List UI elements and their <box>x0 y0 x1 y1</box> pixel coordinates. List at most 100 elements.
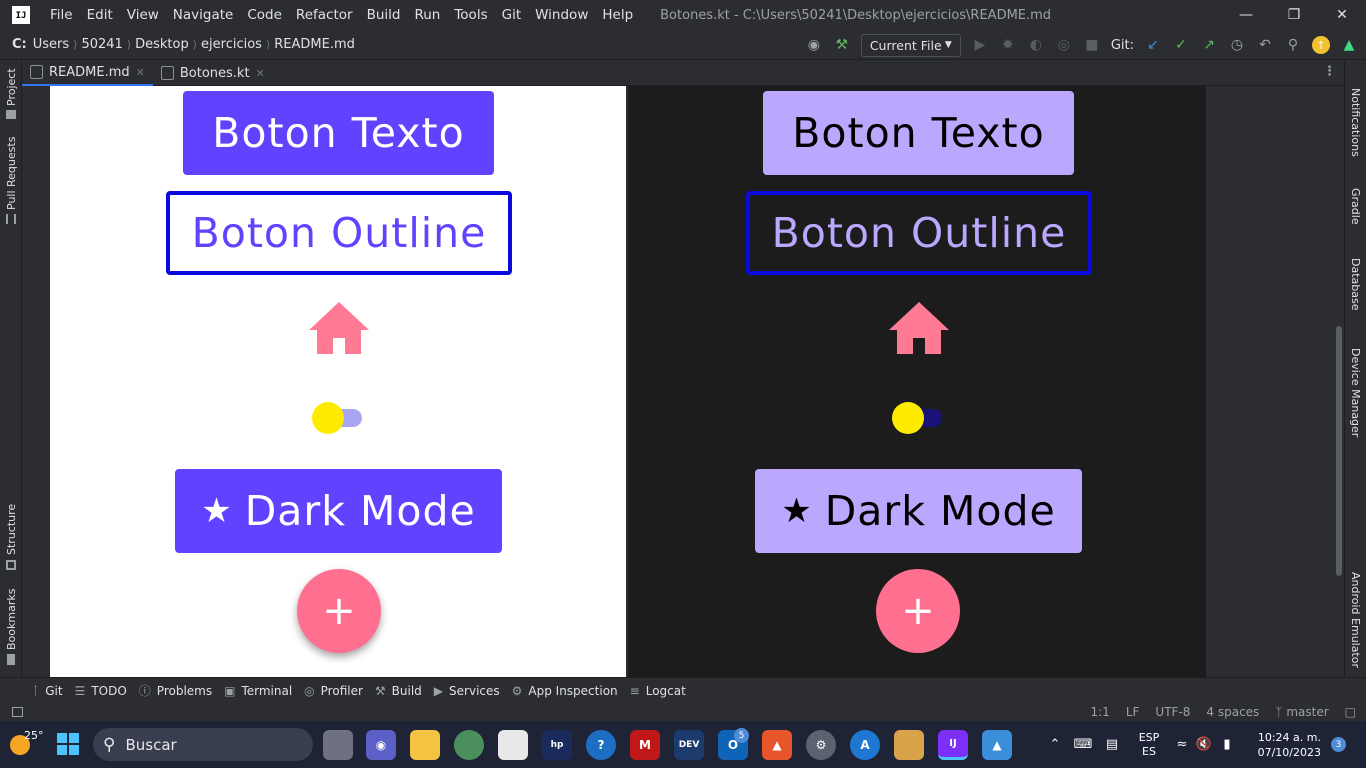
tool-gradle[interactable]: Gradle <box>1349 188 1362 225</box>
search-icon[interactable]: ⚲ <box>1284 36 1302 54</box>
tool-window-todo[interactable]: ☰ TODO <box>75 684 139 698</box>
menu-refactor[interactable]: Refactor <box>289 7 360 23</box>
chat-icon[interactable]: ◉ <box>366 730 396 760</box>
menu-window[interactable]: Window <box>528 7 595 23</box>
weather-widget[interactable]: 25° <box>10 729 46 761</box>
menu-help[interactable]: Help <box>595 7 640 23</box>
tool-window-app-inspection[interactable]: ⚙ App Inspection <box>512 684 630 698</box>
menu-run[interactable]: Run <box>407 7 447 23</box>
tab-readme[interactable]: README.md ✕ <box>22 60 153 86</box>
indent-setting[interactable]: 4 spaces <box>1206 705 1259 719</box>
minimize-icon[interactable]: — <box>1222 0 1270 30</box>
coverage-icon[interactable]: ◐ <box>1027 36 1045 54</box>
menu-navigate[interactable]: Navigate <box>166 7 241 23</box>
tool-window-profiler[interactable]: ◎ Profiler <box>304 684 375 698</box>
git-commit-icon[interactable]: ✓ <box>1172 36 1190 54</box>
close-icon[interactable]: ✕ <box>1318 0 1366 30</box>
mcafee-icon[interactable]: M <box>630 730 660 760</box>
caret-position[interactable]: 1:1 <box>1091 705 1110 719</box>
tool-database[interactable]: Database <box>1349 258 1362 311</box>
tool-bookmarks[interactable]: Bookmarks <box>5 589 18 650</box>
brave-icon[interactable]: ▲ <box>762 730 792 760</box>
add-fab-button[interactable]: + <box>297 569 381 653</box>
boton-outline-button[interactable]: Boton Outline <box>166 191 512 275</box>
volume-muted-icon[interactable]: 🔇 <box>1193 737 1215 752</box>
bookmarks-icon[interactable] <box>7 654 15 665</box>
line-separator[interactable]: LF <box>1126 705 1140 719</box>
tablet-icon[interactable]: ▤ <box>1097 737 1127 752</box>
breadcrumb-item[interactable]: Desktop <box>135 37 189 52</box>
myhp-icon[interactable]: hp <box>542 730 572 760</box>
breadcrumb-item[interactable]: Users <box>33 37 69 52</box>
git-update-icon[interactable]: ↙ <box>1144 36 1162 54</box>
chevron-up-icon[interactable]: ⌃ <box>1041 737 1069 752</box>
breadcrumb-item[interactable]: README.md <box>274 37 355 52</box>
tool-window-problems[interactable]: ⓘ Problems <box>139 682 224 699</box>
tool-window-terminal[interactable]: ▣ Terminal <box>224 684 304 698</box>
add-fab-button-dark[interactable]: + <box>876 569 960 653</box>
file-explorer-icon[interactable] <box>410 730 440 760</box>
tool-structure[interactable]: Structure <box>5 504 18 555</box>
run-config-select[interactable]: Current File ▼ <box>860 33 961 57</box>
vertical-scrollbar[interactable] <box>1336 326 1342 576</box>
language-indicator[interactable]: ESP ES <box>1127 731 1171 759</box>
rollback-icon[interactable]: ↶ <box>1256 36 1274 54</box>
menu-build[interactable]: Build <box>360 7 408 23</box>
structure-icon[interactable] <box>6 560 16 570</box>
taskbar-search[interactable]: ⚲ Buscar <box>93 728 313 761</box>
file-encoding[interactable]: UTF-8 <box>1155 705 1190 719</box>
tool-window-git[interactable]: ᛙ Git <box>0 684 75 698</box>
android-studio-icon[interactable]: ▲ <box>1340 36 1358 54</box>
pull-requests-icon[interactable] <box>6 214 16 224</box>
intellij-taskbar-icon[interactable]: IJ <box>938 730 968 760</box>
theme-switch-dark[interactable] <box>892 401 944 435</box>
close-tab-icon[interactable]: ✕ <box>136 66 145 79</box>
menu-file[interactable]: File <box>43 7 80 23</box>
keyboard-icon[interactable]: ⌨ <box>1069 737 1097 752</box>
tool-notifications[interactable]: Notifications <box>1349 88 1362 157</box>
more-options-icon[interactable]: ⋮ <box>1323 64 1336 79</box>
breadcrumb-item[interactable]: ejercicios <box>201 37 262 52</box>
dark-mode-button-dark[interactable]: ★ Dark Mode <box>755 469 1082 553</box>
task-view-icon[interactable] <box>323 730 353 760</box>
photos-icon[interactable]: ▲ <box>982 730 1012 760</box>
boton-texto-button[interactable]: Boton Texto <box>183 91 494 175</box>
menu-edit[interactable]: Edit <box>80 7 120 23</box>
tool-android-emulator[interactable]: Android Emulator <box>1349 572 1362 668</box>
dev-icon[interactable]: DEV <box>674 730 704 760</box>
dark-mode-button[interactable]: ★ Dark Mode <box>175 469 502 553</box>
notification-badge[interactable]: 3 <box>1331 737 1346 752</box>
tab-botones[interactable]: Botones.kt ✕ <box>153 60 273 86</box>
boton-texto-button-dark[interactable]: Boton Texto <box>763 91 1074 175</box>
theme-switch[interactable] <box>312 401 364 435</box>
history-icon[interactable]: ◷ <box>1228 36 1246 54</box>
git-branch[interactable]: ᛉ master <box>1275 705 1328 719</box>
breadcrumb-item[interactable]: 50241 <box>81 37 122 52</box>
menu-git[interactable]: Git <box>495 7 529 23</box>
run-icon[interactable]: ▶ <box>971 36 989 54</box>
git-push-icon[interactable]: ↗ <box>1200 36 1218 54</box>
intellij-logo-icon[interactable]: IJ <box>12 6 30 24</box>
windows-start-icon[interactable] <box>57 733 79 755</box>
tool-window-build[interactable]: ⚒ Build <box>375 684 434 698</box>
profile-icon[interactable]: ◎ <box>1055 36 1073 54</box>
project-icon[interactable] <box>6 110 16 119</box>
wifi-icon[interactable]: ≈ <box>1171 737 1193 752</box>
help-icon[interactable]: ? <box>586 730 616 760</box>
drive-label[interactable]: C: <box>12 37 27 52</box>
close-tab-icon[interactable]: ✕ <box>256 67 265 80</box>
chrome-icon[interactable] <box>454 730 484 760</box>
menu-code[interactable]: Code <box>240 7 289 23</box>
tool-window-logcat[interactable]: ≡ Logcat <box>630 684 698 698</box>
hammer-icon[interactable]: ⚒ <box>833 36 851 54</box>
restore-icon[interactable]: ❐ <box>1270 0 1318 30</box>
settings-icon[interactable]: ⚙ <box>806 730 836 760</box>
tool-pull-requests[interactable]: Pull Requests <box>5 137 18 210</box>
tool-project[interactable]: Project <box>5 68 18 106</box>
toolbox-icon[interactable] <box>894 730 924 760</box>
layout-icon[interactable] <box>12 707 23 717</box>
menu-tools[interactable]: Tools <box>447 7 494 23</box>
debug-icon[interactable]: ✸ <box>999 36 1017 54</box>
stop-icon[interactable]: ■ <box>1083 36 1101 54</box>
lock-icon[interactable]: □ <box>1345 705 1356 719</box>
